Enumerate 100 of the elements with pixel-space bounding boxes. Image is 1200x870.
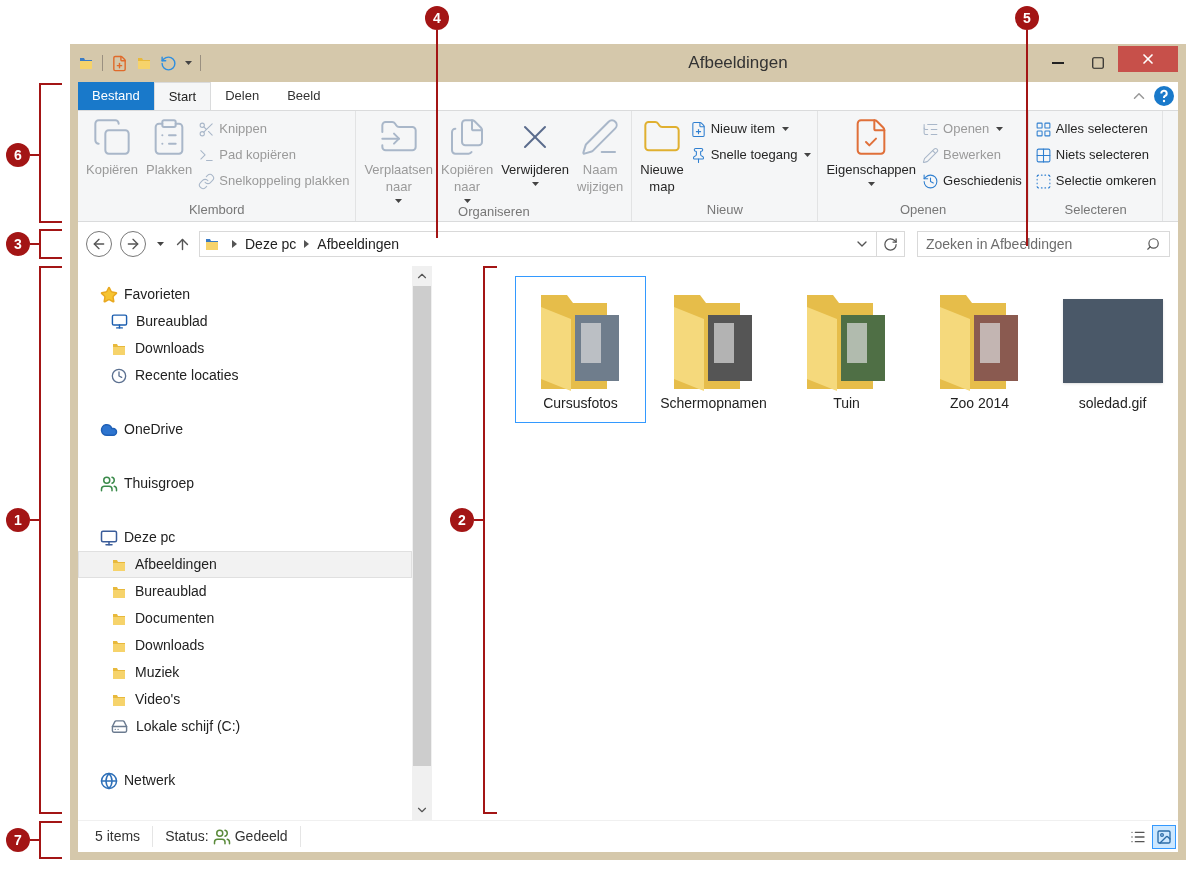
selection-icon: [1034, 172, 1052, 190]
nav-item[interactable]: Netwerk: [78, 767, 412, 794]
status-value: Gedeeld: [234, 826, 301, 847]
ribbon-button[interactable]: Alles selecteren: [1034, 119, 1157, 139]
caret-icon: [867, 182, 875, 186]
window-title: Afbeeldingen: [687, 52, 789, 75]
ribbon-group-label: Nieuw: [705, 201, 744, 219]
copy-icon: [92, 117, 132, 157]
file-name: Zoo 2014: [949, 394, 1010, 413]
star-icon: [100, 285, 118, 304]
nav-item[interactable]: Lokale schijf (C:): [78, 713, 412, 740]
ribbon-button[interactable]: Snelle toegang: [689, 145, 812, 165]
callout-number: 3: [6, 232, 30, 256]
nav-item[interactable]: Muziek: [78, 659, 412, 686]
nav-item[interactable]: Bureaublad: [78, 578, 412, 605]
callout-number: 1: [6, 508, 30, 532]
file-plus-icon: [689, 120, 707, 138]
nav-item[interactable]: Documenten: [78, 605, 412, 632]
nav-item[interactable]: Recente locaties: [78, 362, 412, 389]
help-icon[interactable]: [1154, 86, 1174, 106]
file-tile[interactable]: Schermopnamen: [648, 276, 779, 423]
caret-icon: [185, 61, 192, 65]
callout-number: 7: [6, 828, 30, 852]
ribbon-button[interactable]: Nieuwe map: [638, 115, 686, 201]
folder-icon: [78, 55, 94, 71]
ribbon-button[interactable]: Geschiedenis: [922, 171, 1022, 191]
caret-icon: [531, 182, 539, 186]
status-label: Status:: [164, 827, 209, 846]
nav-item[interactable]: Bureaublad: [78, 308, 412, 335]
callout-number: 4: [425, 6, 449, 30]
annotation-bracket: [29, 229, 63, 259]
caret-icon: [804, 153, 812, 157]
address-field[interactable]: Deze pc Afbeeldingen: [199, 231, 905, 257]
ribbon-tab[interactable]: Delen: [211, 82, 274, 110]
pencil-icon: [922, 146, 940, 164]
file-tile[interactable]: Cursusfotos: [515, 276, 646, 423]
caret-icon: [781, 127, 789, 131]
caret-icon: [395, 199, 403, 203]
item-count: 5 items: [78, 826, 154, 847]
globe-icon: [100, 771, 118, 790]
nav-item[interactable]: Downloads: [78, 335, 412, 362]
ribbon-button[interactable]: Verwijderen: [499, 115, 572, 203]
ribbon-tab[interactable]: Bestand: [78, 82, 154, 110]
link-icon: [198, 172, 216, 190]
ribbon-button[interactable]: Nieuw item: [689, 119, 812, 139]
computer-icon: [100, 528, 118, 547]
image-icon: [1156, 828, 1172, 845]
nav-item[interactable]: OneDrive: [78, 416, 412, 443]
nav-item[interactable]: Downloads: [78, 632, 412, 659]
file-name: Cursusfotos: [543, 394, 618, 413]
forward-icon: [125, 236, 141, 252]
grid-outline-icon: [1034, 146, 1052, 164]
file-tile[interactable]: Zoo 2014: [914, 276, 1045, 423]
people-icon: [100, 474, 118, 493]
ribbon-group-label: Openen: [899, 201, 948, 219]
ribbon-group-label: Selecteren: [1063, 201, 1128, 219]
monitor-icon: [111, 313, 128, 330]
nav-item[interactable]: Thuisgroep: [78, 470, 412, 497]
scrollbar-thumb[interactable]: [413, 286, 431, 766]
people-icon: [212, 827, 231, 846]
folder-icon: [204, 236, 220, 252]
nav-item[interactable]: Deze pc: [78, 524, 412, 551]
callout-number: 6: [6, 143, 30, 167]
annotation-bracket: [29, 821, 63, 859]
maximize-icon: [1091, 56, 1105, 70]
scissors-icon: [198, 120, 216, 138]
ribbon-button[interactable]: Eigenschappen: [824, 115, 919, 201]
ribbon-tab[interactable]: Beeld: [273, 82, 335, 110]
minimize-icon: [1052, 62, 1064, 64]
chevron-icon: [232, 240, 237, 248]
drive-icon: [111, 718, 128, 735]
ribbon-button[interactable]: Niets selecteren: [1034, 145, 1157, 165]
path-segment[interactable]: Deze pc: [245, 233, 297, 255]
nav-item[interactable]: Video's: [78, 686, 412, 713]
caret-icon: [156, 242, 164, 246]
nav-item[interactable]: Favorieten: [78, 281, 412, 308]
close-button[interactable]: [1118, 46, 1178, 72]
recent-locations-button[interactable]: [154, 242, 166, 246]
path-segment[interactable]: Afbeeldingen: [317, 233, 400, 255]
history-icon: [922, 172, 940, 190]
caret-icon: [996, 127, 1004, 131]
file-name: Schermopnamen: [660, 394, 767, 413]
clock-icon: [111, 367, 127, 384]
chevron-icon: [304, 240, 310, 248]
nav-item[interactable]: Afbeeldingen: [78, 551, 412, 578]
grid-icon: [1034, 120, 1052, 138]
ribbon-button[interactable]: Selectie omkeren: [1034, 171, 1157, 191]
file-name: soledad.gif: [1078, 394, 1147, 413]
file-tile[interactable]: Tuin: [781, 276, 912, 423]
scrollbar[interactable]: [412, 266, 432, 820]
file-name: Tuin: [833, 394, 860, 413]
ribbon-group-label: Organiseren: [457, 203, 531, 221]
search-field[interactable]: Zoeken in Afbeeldingen: [917, 231, 1170, 257]
callout-number: 5: [1015, 6, 1039, 30]
search-icon: [1146, 237, 1160, 251]
file-tile[interactable]: soledad.gif: [1047, 276, 1178, 423]
refresh-icon: [883, 236, 898, 252]
ribbon-tab[interactable]: Start: [153, 82, 212, 110]
close-icon: [1140, 51, 1156, 67]
thumbnail-view-button[interactable]: [1152, 824, 1176, 849]
